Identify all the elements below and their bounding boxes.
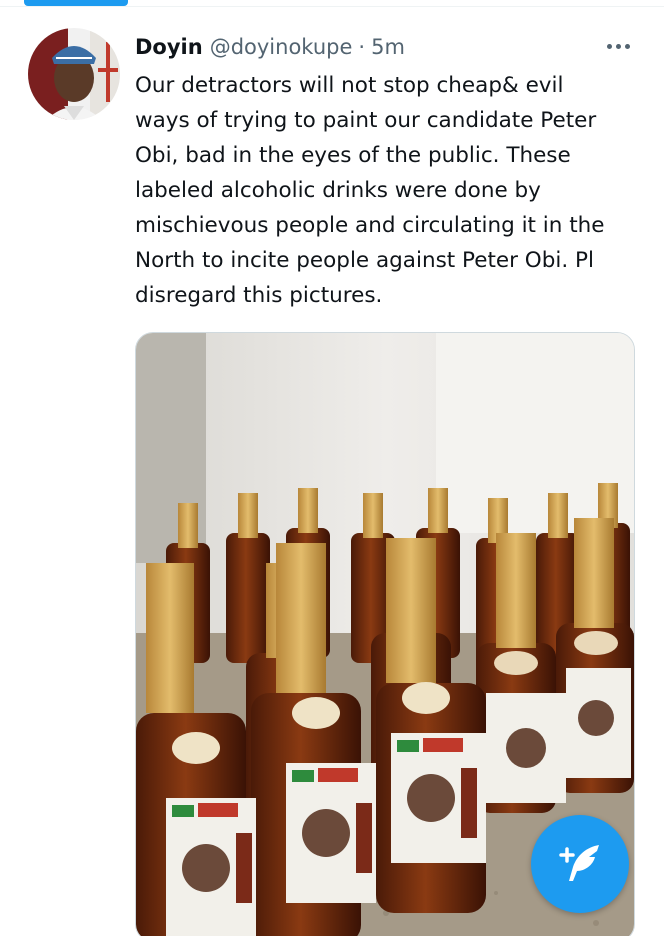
more-options-button[interactable] xyxy=(600,34,636,58)
tweet-text-line: Obi, bad in the eyes of the public. Thes… xyxy=(135,143,571,168)
tweet-text-line: ways of trying to paint our candidate Pe… xyxy=(135,108,597,133)
timestamp[interactable]: 5m xyxy=(371,35,405,59)
compose-tweet-icon xyxy=(559,845,599,881)
tweet-header: Doyin @doyinokupe · 5m xyxy=(135,32,405,62)
tweet-text-line: disregard this pictures. xyxy=(135,283,383,308)
profile-photo-icon xyxy=(28,28,120,120)
tweet-text: Our detractors will not stop cheap& evil… xyxy=(135,68,645,313)
tweet-text-line: mischievous people and circulating it in… xyxy=(135,213,605,238)
tweet-text-line: Our detractors will not stop cheap& evil xyxy=(135,73,564,98)
more-dot xyxy=(624,43,630,49)
tweet-text-line: North to incite people against Peter Obi… xyxy=(135,248,594,273)
more-dot xyxy=(615,43,621,49)
tweet-text-line: labeled alcoholic drinks were done by xyxy=(135,178,541,203)
author-handle[interactable]: @doyinokupe xyxy=(210,35,353,59)
compose-tweet-button[interactable] xyxy=(531,815,629,913)
author-display-name[interactable]: Doyin xyxy=(135,35,203,59)
more-horizontal-icon xyxy=(606,43,612,49)
avatar[interactable] xyxy=(28,28,120,120)
divider xyxy=(0,6,664,7)
separator-dot: · xyxy=(358,35,366,59)
